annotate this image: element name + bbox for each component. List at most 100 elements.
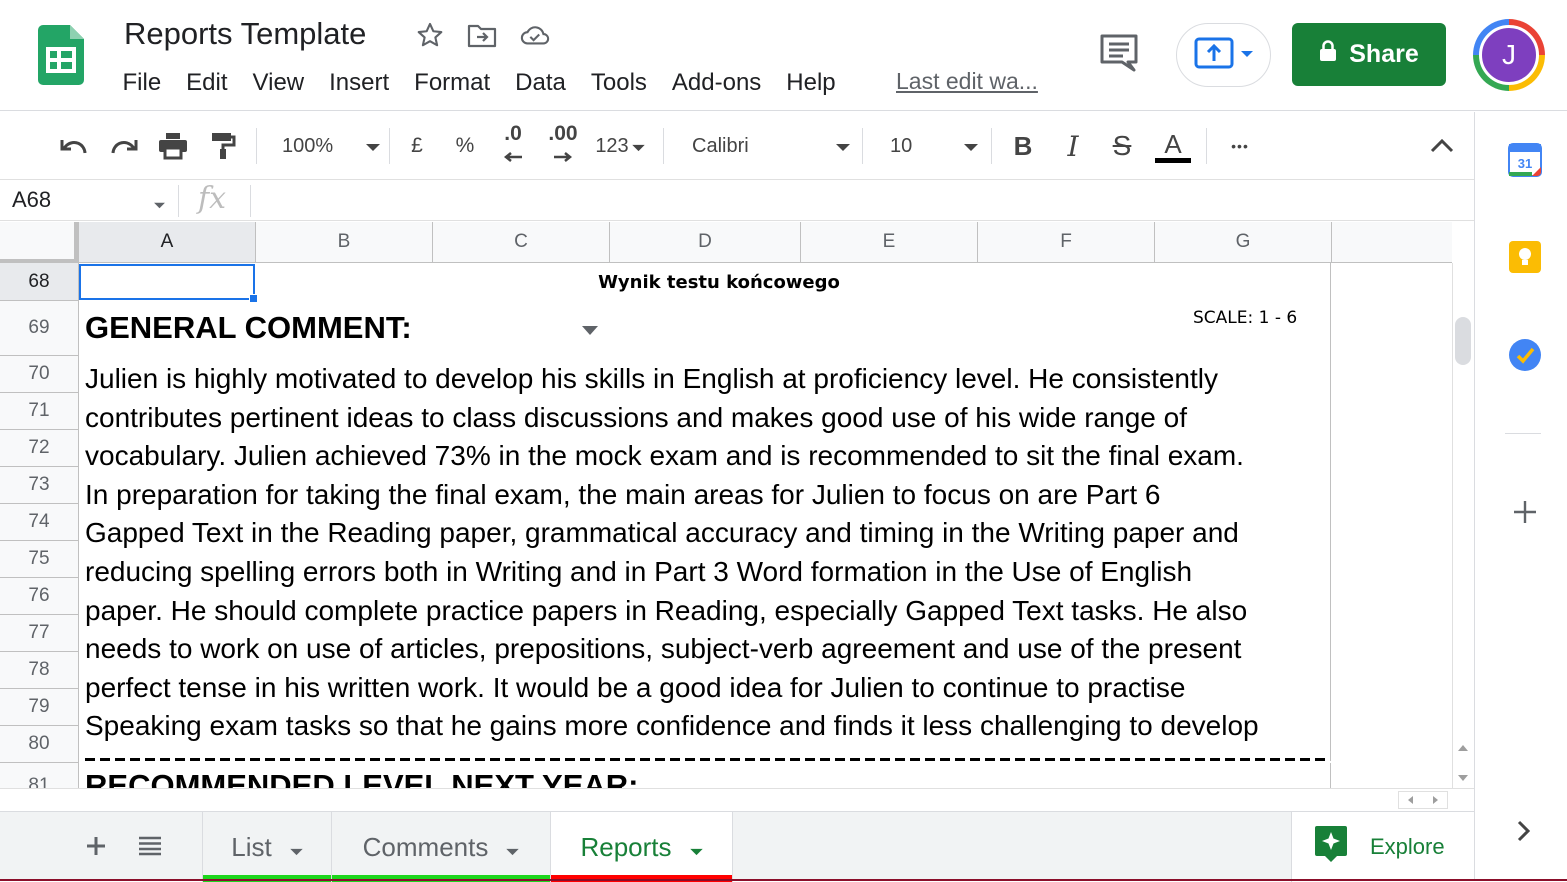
row-header[interactable]: 80 — [0, 726, 79, 763]
menu-format[interactable]: Format — [402, 69, 503, 97]
strikethrough-button[interactable]: S — [1105, 126, 1139, 166]
font-size-value: 10 — [890, 134, 913, 157]
sheet-tab-label: Comments — [362, 831, 489, 862]
scroll-down-icon[interactable] — [1456, 770, 1470, 788]
lock-icon — [1319, 40, 1337, 69]
row-header[interactable]: 77 — [0, 615, 79, 652]
paint-format-icon[interactable] — [205, 126, 241, 166]
chevron-down-icon — [631, 134, 645, 158]
fill-handle[interactable] — [249, 294, 258, 303]
row-header[interactable]: 70 — [0, 356, 79, 393]
row-header[interactable]: 76 — [0, 578, 79, 615]
text-color-button[interactable]: A — [1153, 126, 1193, 166]
row-header[interactable]: 81 — [0, 763, 79, 788]
selected-cell-a68[interactable] — [79, 264, 255, 300]
sheets-logo-icon[interactable] — [38, 25, 84, 85]
currency-format-button[interactable]: £ — [400, 126, 434, 166]
bold-button[interactable]: B — [1006, 126, 1040, 166]
font-size-select[interactable]: 10 — [876, 126, 978, 166]
text-color-label: A — [1164, 128, 1182, 159]
comment-history-icon[interactable] — [1098, 33, 1140, 73]
menu-help[interactable]: Help — [774, 69, 848, 97]
share-button[interactable]: Share — [1292, 23, 1446, 86]
present-button[interactable] — [1176, 23, 1271, 87]
text-color-swatch — [1155, 157, 1191, 163]
move-folder-icon[interactable] — [467, 20, 497, 50]
increase-decimal-button[interactable]: .00 — [540, 123, 586, 168]
collapse-toolbar-icon[interactable] — [1424, 126, 1460, 166]
column-header-c[interactable]: C — [433, 222, 610, 263]
font-family-value: Calibri — [692, 134, 749, 157]
star-icon[interactable] — [415, 20, 445, 50]
row-header[interactable]: 75 — [0, 541, 79, 578]
menu-file[interactable]: File — [110, 69, 174, 97]
row-header[interactable]: 68 — [0, 263, 79, 301]
cell-title-text: Wynik testu końcowego — [598, 272, 840, 293]
general-comment-label: GENERAL COMMENT: — [85, 310, 412, 345]
column-header-blank — [1332, 222, 1452, 263]
add-sheet-icon[interactable] — [80, 830, 112, 862]
row-header[interactable]: 69 — [0, 301, 79, 356]
column-header-b[interactable]: B — [256, 222, 433, 263]
cell-dropdown-arrow-icon[interactable] — [582, 326, 598, 335]
decrease-decimal-button[interactable]: .0 — [493, 123, 533, 166]
document-title[interactable]: Reports Template — [124, 16, 366, 52]
sheet-tab-list[interactable]: List — [202, 812, 332, 882]
column-header-e[interactable]: E — [801, 222, 978, 263]
column-header-a[interactable]: A — [79, 222, 256, 263]
font-family-select[interactable]: Calibri — [680, 126, 850, 166]
print-icon[interactable] — [155, 126, 191, 166]
column-header-g[interactable]: G — [1155, 222, 1332, 263]
scroll-up-icon[interactable] — [1456, 740, 1470, 758]
chevron-down-icon[interactable] — [154, 196, 165, 214]
row-header[interactable]: 74 — [0, 504, 79, 541]
menu-tools[interactable]: Tools — [578, 69, 659, 97]
row-header[interactable]: 73 — [0, 467, 79, 504]
more-formats-select[interactable]: 123 — [590, 126, 650, 166]
add-addon-icon[interactable] — [1513, 500, 1537, 529]
last-edit-link[interactable]: Last edit wa... — [896, 68, 1038, 95]
arrow-right-icon — [553, 144, 573, 168]
all-sheets-menu-icon[interactable] — [134, 830, 166, 862]
row-header[interactable]: 71 — [0, 393, 79, 430]
column-header-f[interactable]: F — [978, 222, 1155, 263]
horizontal-scroll-arrows[interactable] — [1398, 791, 1448, 809]
percent-format-button[interactable]: % — [448, 126, 482, 166]
explore-button[interactable]: Explore — [1291, 812, 1474, 882]
avatar[interactable]: J — [1479, 25, 1539, 85]
zoom-select[interactable]: 100% — [270, 126, 380, 166]
chevron-down-icon — [1240, 46, 1254, 64]
sheet-tabs-bar: List Comments Reports Explore — [0, 811, 1474, 882]
menu-insert[interactable]: Insert — [317, 69, 402, 97]
chevron-right-icon[interactable] — [1517, 820, 1531, 847]
row-header[interactable]: 79 — [0, 689, 79, 726]
chevron-down-icon — [506, 832, 520, 863]
chevron-down-icon — [689, 832, 703, 863]
menu-edit[interactable]: Edit — [174, 69, 240, 97]
menu-view[interactable]: View — [240, 69, 317, 97]
explore-label: Explore — [1370, 834, 1445, 859]
cloud-saved-icon[interactable] — [520, 20, 550, 50]
keep-icon[interactable] — [1509, 241, 1541, 278]
more-options-button[interactable]: ••• — [1220, 126, 1260, 166]
redo-icon[interactable] — [106, 126, 142, 166]
menu-addons[interactable]: Add-ons — [659, 69, 773, 97]
horizontal-scrollbar[interactable] — [0, 788, 1474, 810]
undo-icon[interactable] — [56, 126, 92, 166]
row-header[interactable]: 72 — [0, 430, 79, 467]
select-all-corner[interactable] — [0, 222, 79, 263]
row-header[interactable]: 78 — [0, 652, 79, 689]
tasks-icon[interactable] — [1508, 338, 1542, 377]
menu-data[interactable]: Data — [503, 69, 579, 97]
recommended-level-label: RECOMMENDED LEVEL NEXT YEAR: — [85, 768, 639, 788]
scroll-right-icon — [1433, 796, 1438, 804]
name-box[interactable]: A68 — [12, 187, 51, 213]
sheet-tab-reports[interactable]: Reports — [551, 812, 733, 882]
calendar-icon[interactable]: 31 — [1508, 143, 1542, 182]
formula-input[interactable] — [262, 183, 1442, 219]
column-header-d[interactable]: D — [610, 222, 801, 263]
sheet-tab-comments[interactable]: Comments — [332, 812, 551, 882]
vertical-scroll-thumb[interactable] — [1455, 317, 1471, 365]
italic-button[interactable]: I — [1056, 126, 1090, 166]
present-icon — [1194, 37, 1234, 74]
